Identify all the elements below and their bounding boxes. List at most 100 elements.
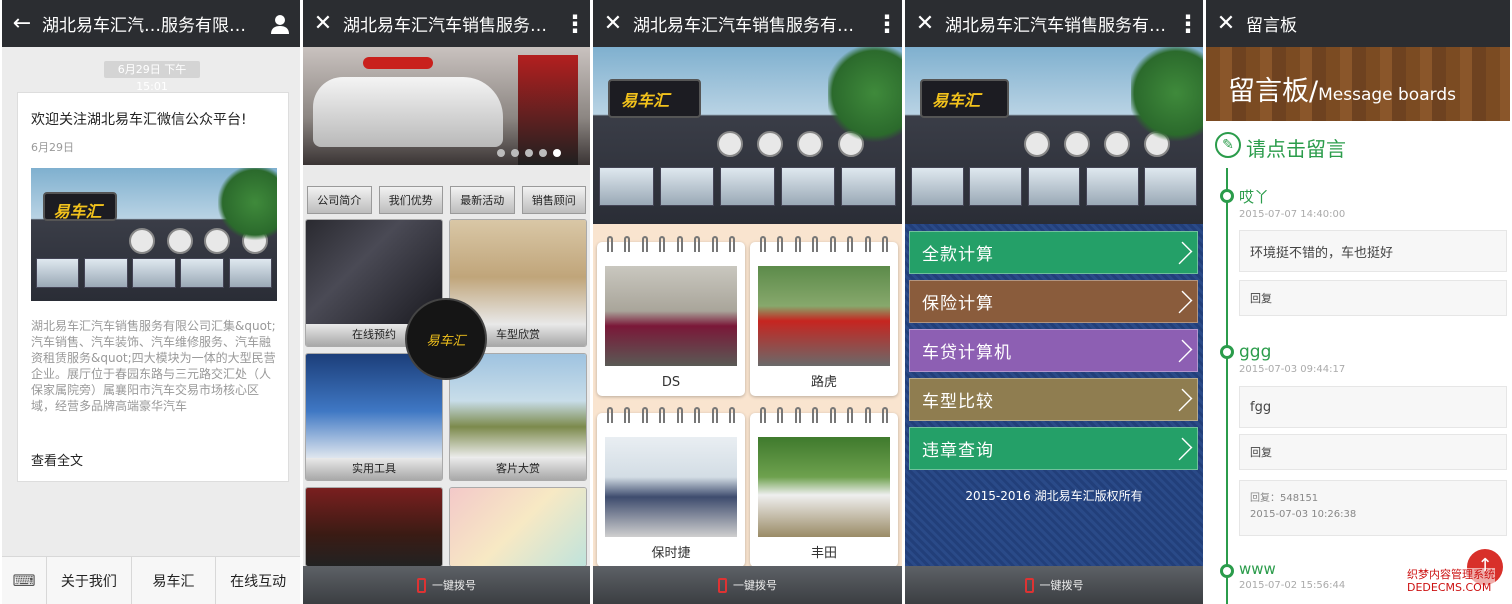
close-icon[interactable]: ✕ [303,0,343,47]
slider-dots [497,149,561,157]
back-arrow-icon[interactable]: ← [2,0,42,47]
entry-message: fgg [1239,386,1507,428]
top-bar: ✕ 湖北易车汇汽车销售服务有… ⋮ [905,0,1203,47]
entry-author: www [1239,560,1276,578]
page-title: 湖北易车汇汽车销售服务有… [343,16,560,36]
entry-author: 哎丫 [1239,188,1270,206]
car-card-ds[interactable]: DS [597,236,745,396]
page-title: 湖北易车汇汽车销售服务有… [945,16,1166,36]
brand-sign: 易车汇 [53,202,102,222]
chevron-right-icon [1169,241,1193,265]
phone-icon [1024,577,1034,593]
dial-bar[interactable]: 一键拨号 [593,566,902,604]
close-icon[interactable]: ✕ [905,0,945,47]
menu-about[interactable]: 关于我们 [47,557,132,604]
car-label: 路虎 [810,375,837,390]
loan-calc-button[interactable]: 车贷计算机 [909,329,1198,372]
profile-icon[interactable] [260,0,300,47]
top-bar: ✕ 湖北易车汇汽车销售服务有… ⋮ [593,0,902,47]
banner-slider[interactable] [303,47,590,165]
article-title: 欢迎关注湖北易车汇微信公众平台! [31,112,247,128]
car-card-porsche[interactable]: 保时捷 [597,407,745,567]
more-icon[interactable]: ⋮ [560,10,590,38]
tile-showroom[interactable] [305,487,443,567]
reply-button[interactable]: 回复 [1239,434,1507,470]
timeline-line [1226,168,1228,604]
custom-menu: ⌨ 关于我们 易车汇 在线互动 [2,556,300,604]
timeline-dot [1220,189,1234,203]
dial-bar[interactable]: 一键拨号 [905,566,1203,604]
tab-consultants[interactable]: 销售顾问 [521,186,586,214]
more-icon[interactable]: ⋮ [872,10,902,38]
tab-activities[interactable]: 最新活动 [450,186,515,214]
watermark: 织梦内容管理系统 DEDECMS.COM [1407,568,1495,594]
brand-sign: 易车汇 [932,91,981,111]
article-card[interactable]: 欢迎关注湖北易车汇微信公众平台! 6月29日 易车汇 湖北易车汇汽车销售服务有限… [17,92,289,482]
pencil-icon[interactable]: ✎ [1215,132,1241,158]
full-payment-calc-button[interactable]: 全款计算 [909,231,1198,274]
chevron-right-icon [1169,437,1193,461]
entry-time: 2015-07-07 14:40:00 [1239,209,1346,220]
dial-bar[interactable]: 一键拨号 [303,566,590,604]
insurance-calc-button[interactable]: 保险计算 [909,280,1198,323]
timeline-dot [1220,345,1234,359]
admin-reply-text: 回复：548151 [1250,493,1319,504]
article-cover-image: 易车汇 [31,168,277,301]
menu-brand[interactable]: 易车汇 [132,557,217,604]
center-logo[interactable]: 易车汇 [405,298,487,380]
board-banner: 留言板/Message boards [1206,47,1510,121]
phone-icon [718,577,727,593]
admin-reply: 回复：548151 2015-07-03 10:26:38 [1239,480,1507,536]
top-bar: ✕ 湖北易车汇汽车销售服务有… ⋮ [303,0,590,47]
page-title: 湖北易车汇汽车销售服务有… [633,16,854,36]
violation-query-button[interactable]: 违章查询 [909,427,1198,470]
screen-home: ✕ 湖北易车汇汽车销售服务有… ⋮ 公司简介 我们优势 最新活动 销售顾问 在线… [303,0,590,604]
screen-chat: ← 湖北易车汇汽…服务有限公司 6月29日 下午15:01 欢迎关注湖北易车汇微… [2,0,300,604]
phone-icon [417,577,426,593]
admin-reply-time: 2015-07-03 10:26:38 [1250,509,1357,520]
banner-title-en: Message boards [1318,85,1456,105]
copyright: 2015-2016 湖北易车汇版权所有 [965,489,1143,503]
brand-sign: 易车汇 [621,91,670,111]
model-compare-button[interactable]: 车型比较 [909,378,1198,421]
close-icon[interactable]: ✕ [1206,0,1246,47]
entry-author: ggg [1239,342,1272,362]
reply-button[interactable]: 回复 [1239,280,1507,316]
chevron-right-icon [1169,339,1193,363]
article-date: 6月29日 [31,141,74,154]
car-card-toyota[interactable]: 丰田 [750,407,898,567]
screen-car-gallery: ✕ 湖北易车汇汽车销售服务有… ⋮ 易车汇 DS 路虎 保时捷 丰田 一键拨号 [593,0,902,604]
tab-company-intro[interactable]: 公司简介 [307,186,372,214]
chevron-right-icon [1169,290,1193,314]
leave-message-link[interactable]: 请点击留言 [1246,133,1346,162]
car-label: 保时捷 [651,546,691,561]
close-icon[interactable]: ✕ [593,0,633,47]
entry-time: 2015-07-02 15:56:44 [1239,580,1346,591]
more-icon[interactable]: ⋮ [1173,10,1203,38]
dial-label: 一键拨号 [432,579,476,592]
car-card-landrover[interactable]: 路虎 [750,236,898,396]
entry-message: 环境挺不错的，车也挺好 [1239,230,1507,272]
top-bar: ✕ 留言板 [1206,0,1510,47]
top-bar: ← 湖北易车汇汽…服务有限公司 [2,0,300,47]
read-more-link[interactable]: 查看全文 [31,450,83,469]
timeline-dot [1220,564,1234,578]
date-chip: 6月29日 下午15:01 [104,61,200,93]
menu-interact[interactable]: 在线互动 [216,557,300,604]
chevron-right-icon [1169,388,1193,412]
tab-advantages[interactable]: 我们优势 [378,186,443,214]
banner-title-cn: 留言板/ [1228,76,1319,107]
car-label: 丰田 [810,546,837,561]
dial-label: 一键拨号 [733,579,777,592]
screen-message-board: ✕ 留言板 留言板/Message boards ✎ 请点击留言 哎丫 2015… [1206,0,1510,604]
car-label: DS [661,375,681,390]
page-title: 湖北易车汇汽…服务有限公司 [42,16,260,36]
tile-hearts[interactable] [449,487,587,567]
nav-tabs: 公司简介 我们优势 最新活动 销售顾问 [307,186,586,214]
dial-label: 一键拨号 [1039,579,1084,592]
keyboard-icon[interactable]: ⌨ [2,557,47,604]
storefront-banner: 易车汇 [905,47,1203,224]
screen-calculators: ✕ 湖北易车汇汽车销售服务有… ⋮ 易车汇 全款计算 保险计算 车贷计算机 车型… [905,0,1203,604]
entry-time: 2015-07-03 09:44:17 [1239,364,1346,375]
storefront-banner: 易车汇 [593,47,902,224]
